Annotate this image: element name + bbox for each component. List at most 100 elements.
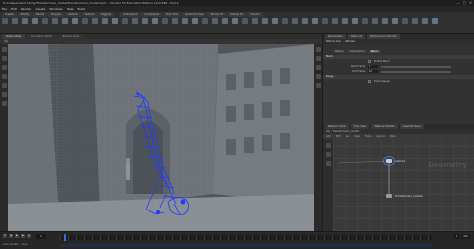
shelf-tool-icon[interactable] — [142, 18, 148, 24]
shelf-tab[interactable]: Hair Utils — [163, 12, 182, 17]
network-canvas[interactable]: Geometry retime1 Transformers_model1 — [333, 139, 474, 231]
shelf-tool-icon[interactable] — [302, 18, 308, 24]
shelf-tab[interactable]: Polygon — [48, 12, 65, 17]
subtab-retime[interactable]: Retime — [333, 50, 346, 53]
shelf-tool-icon[interactable] — [272, 18, 278, 24]
network-menu-edit[interactable]: Edit — [336, 135, 341, 138]
shelf-tool-icon[interactable] — [22, 18, 28, 24]
shelf-tab[interactable]: Model — [33, 12, 48, 17]
shelf-tool-icon[interactable] — [232, 18, 238, 24]
end-frame-field[interactable]: 240 — [461, 234, 470, 239]
view-tool-icon[interactable] — [1, 101, 7, 106]
close-button[interactable]: ✕ — [469, 1, 472, 5]
shelf-tab[interactable]: Constraints — [141, 12, 163, 17]
menu-edit[interactable]: Edit — [11, 7, 17, 11]
shelf-tool-icon[interactable] — [292, 18, 298, 24]
pose-tool-icon[interactable] — [1, 92, 7, 97]
shelf-tab[interactable]: Volume — [247, 12, 263, 17]
shelf-tool-icon[interactable] — [182, 18, 188, 24]
shelf-tool-icon[interactable] — [112, 18, 118, 24]
shelf-tool-icon[interactable] — [82, 18, 88, 24]
shelf-tool-icon[interactable] — [152, 18, 158, 24]
menu-file[interactable]: File — [2, 7, 7, 11]
timeline-playhead[interactable] — [64, 234, 66, 241]
handle-tool-icon[interactable] — [1, 83, 7, 88]
network-note-icon[interactable] — [325, 161, 331, 166]
network-menu-tools[interactable]: Tools — [365, 135, 371, 138]
menu-build[interactable]: Build — [78, 7, 86, 11]
network-menu-go[interactable]: Go — [346, 135, 349, 138]
last-frame-icon[interactable]: ⏭ — [27, 234, 31, 238]
shelf-tool-icon[interactable] — [62, 18, 68, 24]
shelf-tool-icon[interactable] — [122, 18, 128, 24]
shelf-tab[interactable]: Create — [2, 12, 17, 17]
network-menu-add[interactable]: Add — [326, 135, 331, 138]
shelf-tool-icon[interactable] — [312, 18, 318, 24]
subtab-interpolation[interactable]: Interpolation — [347, 50, 367, 53]
node-name-field[interactable]: retime1 — [345, 40, 355, 43]
shelf-tab[interactable]: Rigging — [98, 12, 115, 17]
end-frame-slider[interactable] — [381, 70, 451, 73]
shelf-tool-icon[interactable] — [2, 18, 8, 24]
tab-material-palette[interactable]: Material Palette — [371, 124, 398, 129]
shelf-tab[interactable]: Modify — [17, 12, 33, 17]
tab-take-list[interactable]: Take List — [347, 34, 365, 39]
shelf-tool-icon[interactable] — [332, 18, 338, 24]
network-menu-view[interactable]: View — [354, 135, 360, 138]
shelf-tool-icon[interactable] — [72, 18, 78, 24]
rotate-tool-icon[interactable] — [1, 65, 7, 70]
shelf-tool-icon[interactable] — [282, 18, 288, 24]
shelf-tool-icon[interactable] — [352, 18, 358, 24]
scale-tool-icon[interactable] — [1, 74, 7, 79]
shelf-tool-icon[interactable] — [392, 18, 398, 24]
shelf-tool-icon[interactable] — [192, 18, 198, 24]
snap-icon[interactable] — [315, 83, 321, 88]
shading-icon[interactable] — [315, 56, 321, 61]
network-menu-layout[interactable]: Layout — [376, 135, 385, 138]
tab-performance-monitor[interactable]: Performance Monitor — [366, 34, 401, 39]
shelf-tab[interactable]: Texture — [81, 12, 98, 17]
shelf-tool-icon[interactable] — [372, 18, 378, 24]
shelf-tab[interactable]: Deform — [65, 12, 81, 17]
display-option-icon[interactable] — [315, 47, 321, 52]
next-frame-icon[interactable]: ▶ — [21, 234, 25, 238]
shelf-tool-icon[interactable] — [32, 18, 38, 24]
shelf-tool-icon[interactable] — [382, 18, 388, 24]
camera-icon[interactable] — [315, 65, 321, 70]
shelf-tab[interactable]: Simple FX — [227, 12, 247, 17]
menu-help[interactable]: Help — [67, 7, 74, 11]
move-tool-icon[interactable] — [1, 56, 7, 61]
menu-windows[interactable]: Windows — [49, 7, 62, 11]
shelf-tool-icon[interactable] — [342, 18, 348, 24]
scene-viewport[interactable] — [8, 44, 314, 231]
shelf-tab[interactable]: Guide Process — [182, 12, 207, 17]
network-menu-help[interactable]: Help — [390, 135, 396, 138]
shelf-tool-icon[interactable] — [202, 18, 208, 24]
shelf-tool-icon[interactable] — [432, 18, 438, 24]
shelf-tool-icon[interactable] — [172, 18, 178, 24]
shelf-tool-icon[interactable] — [322, 18, 328, 24]
lighting-icon[interactable] — [315, 74, 321, 79]
shelf-tool-icon[interactable] — [162, 18, 168, 24]
first-frame-icon[interactable]: ⏮ — [3, 234, 7, 238]
shelf-tab[interactable]: Terrain FX — [207, 12, 227, 17]
current-frame-field[interactable]: 1 — [36, 234, 46, 239]
shelf-tool-icon[interactable] — [362, 18, 368, 24]
shelf-tool-icon[interactable] — [402, 18, 408, 24]
shelf-tool-icon[interactable] — [132, 18, 138, 24]
tab-asset-browser[interactable]: Asset Browser — [399, 124, 424, 129]
shelf-tab[interactable]: Characters — [120, 12, 141, 17]
minimize-button[interactable]: — — [456, 1, 460, 5]
subtab-blend[interactable]: Blend — [368, 50, 380, 53]
network-select-icon[interactable] — [325, 143, 331, 148]
menu-assets[interactable]: Assets — [36, 7, 46, 11]
shelf-tool-icon[interactable] — [252, 18, 258, 24]
start-frame-field[interactable]: 1 — [453, 234, 460, 239]
shelf-tool-icon[interactable] — [12, 18, 18, 24]
end-frame-field[interactable]: 24 — [368, 69, 378, 74]
shelf-tool-icon[interactable] — [42, 18, 48, 24]
start-frame-slider[interactable] — [381, 65, 451, 68]
shelf-tool-icon[interactable] — [242, 18, 248, 24]
shelf-tool-icon[interactable] — [412, 18, 418, 24]
frame-range-checkbox[interactable] — [368, 80, 371, 83]
